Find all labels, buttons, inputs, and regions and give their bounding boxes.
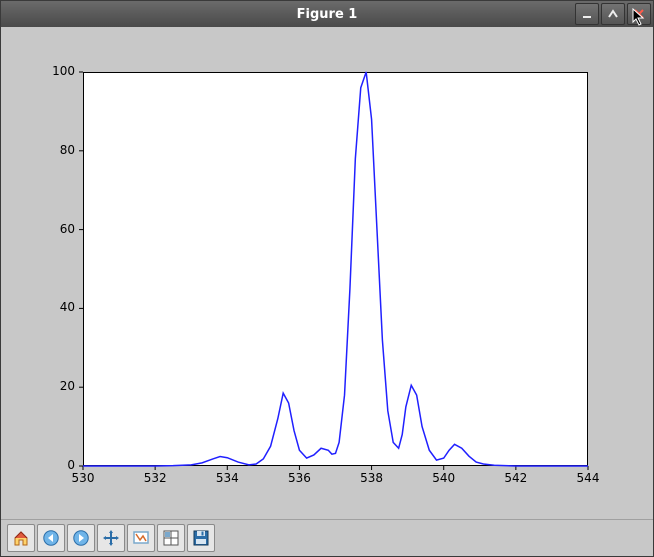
pan-button[interactable] (97, 524, 125, 552)
close-icon (633, 8, 645, 20)
figure-canvas[interactable]: 530 532 534 536 538 540 542 544 0 20 40 60 80 100 (1, 27, 653, 519)
x-tick-label: 542 (504, 471, 528, 485)
x-tick-label: 530 (71, 471, 95, 485)
forward-arrow-icon (72, 529, 90, 547)
y-tick-label: 60 (60, 222, 75, 236)
y-tick-label: 80 (60, 143, 75, 157)
titlebar: Figure 1 (1, 1, 653, 27)
minimize-button[interactable] (575, 3, 599, 25)
x-tick-label: 538 (360, 471, 384, 485)
maximize-icon (607, 8, 619, 20)
x-tick-label: 534 (215, 471, 239, 485)
home-icon (12, 529, 30, 547)
x-tick-label: 544 (576, 471, 600, 485)
window-title: Figure 1 (1, 7, 653, 22)
matplotlib-toolbar (1, 519, 653, 556)
maximize-button[interactable] (601, 3, 625, 25)
save-button[interactable] (187, 524, 215, 552)
window-controls (575, 3, 651, 25)
close-button[interactable] (627, 3, 651, 25)
subplots-icon (162, 529, 180, 547)
y-tick-label: 100 (52, 64, 75, 78)
floppy-disk-icon (192, 529, 210, 547)
forward-button[interactable] (67, 524, 95, 552)
subplots-button[interactable] (157, 524, 185, 552)
zoom-rect-icon (132, 529, 150, 547)
move-icon (102, 529, 120, 547)
back-button[interactable] (37, 524, 65, 552)
plot-axes (83, 72, 588, 466)
home-button[interactable] (7, 524, 35, 552)
minimize-icon (581, 8, 593, 20)
zoom-button[interactable] (127, 524, 155, 552)
y-tick-label: 20 (60, 379, 75, 393)
y-tick-label: 0 (67, 458, 75, 472)
x-tick-label: 540 (432, 471, 456, 485)
back-arrow-icon (42, 529, 60, 547)
y-tick-label: 40 (60, 300, 75, 314)
x-tick-label: 532 (143, 471, 167, 485)
figure-window: Figure 1 53053253453653854054 (0, 0, 654, 557)
x-tick-label: 536 (287, 471, 311, 485)
